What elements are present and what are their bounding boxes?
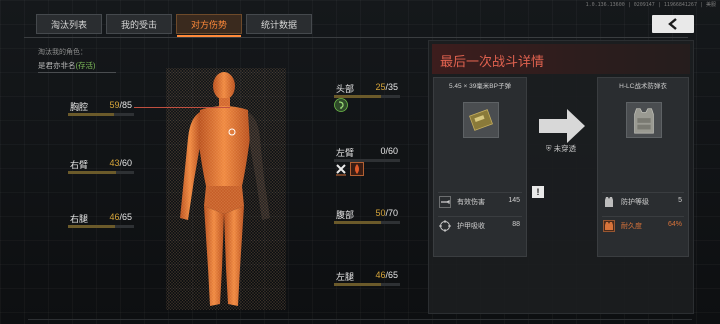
armor-class-label: 防护等级: [621, 199, 649, 206]
bleeding-icon: [350, 162, 364, 176]
body-figure: [166, 68, 286, 310]
detail-title: 最后一次战斗详情: [440, 54, 545, 69]
part-head-name: 头部: [336, 84, 355, 94]
shield-icon: ⛨: [545, 144, 554, 153]
part-right-arm-hp: 43/60: [109, 158, 132, 168]
part-left-leg-name: 左腿: [336, 272, 355, 282]
ammo-card[interactable]: 5.45 × 39毫米BP子弹 有效伤害 145 护甲吸收 88: [433, 77, 527, 257]
ammo-image: [463, 102, 499, 138]
tab-enemy-injuries[interactable]: 对方伤势: [176, 14, 242, 37]
part-right-leg-hp: 46/65: [109, 212, 132, 222]
ammo-box-icon: [469, 109, 493, 131]
ammo-armor-absorb-value: 88: [512, 221, 520, 228]
killer-player-name: 是君亦非名: [38, 61, 76, 70]
part-right-arm: 右臂 43/60: [68, 156, 134, 174]
part-chest: 胸腔 59/85: [68, 98, 134, 116]
ammo-armor-absorb-label: 护甲吸收: [457, 223, 485, 230]
tab-statistics[interactable]: 统计数据: [246, 14, 312, 34]
hearing-status-icon: [334, 98, 348, 112]
part-right-arm-bar: [68, 171, 134, 174]
injury-panel: 淘汰我的角色： 是君亦非名(存活) 胸腔 59/85 右臂 43/60 右腿 4…: [28, 40, 420, 310]
part-chest-bar: [68, 113, 134, 116]
ammo-damage-row: 有效伤害 145: [438, 192, 522, 210]
armor-durability-row: 耐久度 64%: [602, 216, 684, 234]
part-left-arm-hp: 0/60: [380, 146, 398, 156]
armor-durability-label: 耐久度: [621, 223, 642, 230]
part-chest-hp: 59/85: [109, 100, 132, 110]
armor-name: H-LC战术防弹衣: [619, 83, 667, 90]
part-head-hp: 25/35: [375, 82, 398, 92]
durability-icon: [603, 220, 615, 232]
part-head: 头部 25/35: [334, 80, 400, 98]
footer-divider: [28, 319, 692, 320]
armor-card[interactable]: H-LC战术防弹衣 防护等级 5 耐久度 64%: [597, 77, 689, 257]
killer-status: (存活): [75, 61, 96, 70]
part-chest-name: 胸腔: [70, 102, 89, 112]
combat-detail-panel: 最后一次战斗详情 5.45 × 39毫米BP子弹 有效伤害 145 护甲吸收 8…: [428, 40, 694, 314]
part-left-leg-bar: [334, 283, 400, 286]
part-stomach-bar: [334, 221, 400, 224]
part-left-arm-name: 左臂: [336, 148, 355, 158]
vest-image-icon: [634, 108, 654, 134]
chest-connector: [134, 107, 230, 108]
vest-icon: [605, 197, 613, 207]
part-right-leg-name: 右腿: [70, 214, 89, 224]
part-right-leg-bar: [68, 225, 134, 228]
tab-my-hits[interactable]: 我的受击: [106, 14, 172, 34]
ammo-damage-value: 145: [508, 197, 520, 204]
chevron-left-icon: [668, 18, 677, 30]
alert-icon[interactable]: !: [532, 186, 544, 198]
tab-bar: 淘汰列表 我的受击 对方伤势 统计数据: [24, 12, 688, 38]
ammo-name: 5.45 × 39毫米BP子弹: [449, 83, 511, 90]
part-left-leg: 左腿 46/65: [334, 268, 400, 286]
penetration-result: ⛨ 未穿透: [545, 144, 577, 153]
part-left-leg-hp: 46/65: [375, 270, 398, 280]
detail-header: 最后一次战斗详情: [432, 44, 690, 74]
part-stomach-hp: 50/70: [375, 208, 398, 218]
version-text: 1.0.136.13600 | 0209147 | 11966841267 | …: [585, 2, 716, 8]
ammo-armor-absorb-row: 护甲吸收 88: [438, 216, 522, 234]
armor-image: [626, 102, 662, 138]
armor-class-row: 防护等级 5: [602, 192, 684, 210]
destroyed-limb-icon: [336, 164, 346, 176]
killer-label: 淘汰我的角色：: [38, 49, 87, 56]
back-button[interactable]: [652, 15, 694, 33]
killer-name: 是君亦非名(存活): [38, 60, 96, 71]
part-stomach: 腹部 50/70: [334, 206, 400, 224]
armor-durability-value: 64%: [667, 221, 682, 228]
divider: [38, 72, 116, 73]
part-right-arm-name: 右臂: [70, 160, 89, 170]
part-stomach-name: 腹部: [336, 210, 355, 220]
part-left-arm: 左臂 0/60: [334, 144, 400, 162]
crosshair-icon: [439, 220, 451, 232]
part-right-leg: 右腿 46/65: [68, 210, 134, 228]
bullet-icon: [439, 196, 451, 208]
ammo-damage-label: 有效伤害: [457, 199, 485, 206]
armor-class-value: 5: [678, 197, 682, 204]
tab-eliminated-list[interactable]: 淘汰列表: [36, 14, 102, 34]
